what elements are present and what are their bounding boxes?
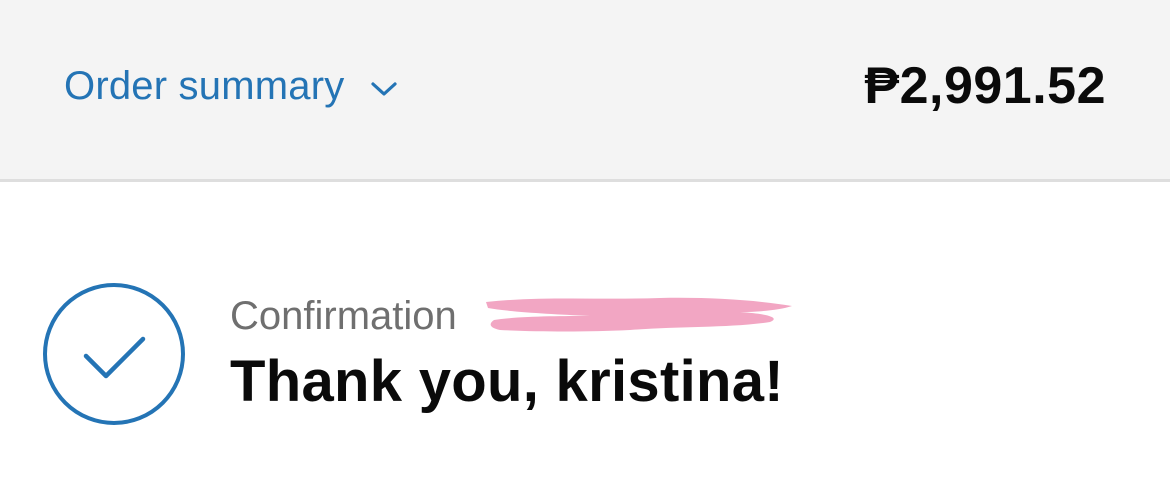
checkmark-circle-icon (42, 282, 186, 426)
confirmation-text-block: Confirmation Thank you, kristina! (230, 292, 792, 414)
confirmation-label: Confirmation (230, 294, 457, 338)
chevron-down-icon[interactable] (370, 75, 398, 103)
thank-you-heading: Thank you, kristina! (230, 349, 784, 414)
order-summary-label: Order summary (64, 64, 345, 108)
order-summary-toggle[interactable]: Order summary (64, 58, 398, 114)
redaction-scribble (486, 297, 792, 332)
order-summary-bar: Order summary ₱2,991.52 (0, 0, 1170, 182)
confirmation-line: Confirmation (230, 292, 792, 340)
order-total: ₱2,991.52 (864, 57, 1106, 115)
